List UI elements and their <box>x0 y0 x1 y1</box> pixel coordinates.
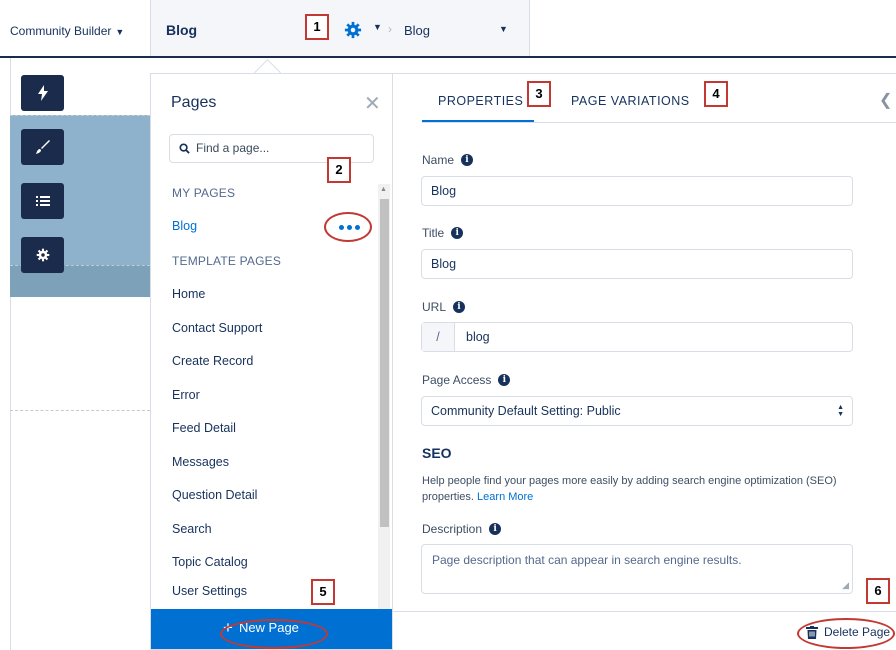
name-label: Name i <box>422 153 474 167</box>
active-tab-indicator <box>422 120 534 122</box>
scroll-up-icon[interactable]: ▲ <box>380 186 387 193</box>
list-icon <box>35 196 50 206</box>
pages-panel-title: Pages <box>171 94 217 111</box>
description-textarea[interactable]: Page description that can appear in sear… <box>421 544 853 594</box>
list-item[interactable]: Home <box>172 287 205 301</box>
callout-3: 3 <box>527 81 551 107</box>
canvas-divider <box>10 410 150 411</box>
properties-panel: PROPERTIES PAGE VARIATIONS ❮ Name i Blog … <box>393 73 896 650</box>
resize-handle-icon[interactable]: ◢ <box>842 580 849 591</box>
chevron-left-icon[interactable]: ❮ <box>879 90 892 110</box>
highlight-oval <box>797 618 895 649</box>
highlight-oval <box>324 212 372 242</box>
seo-description: Help people find your pages more easily … <box>422 473 862 505</box>
pages-panel: Pages ✕ MY PAGES Blog TEMPLATE PAGES Hom… <box>150 73 393 650</box>
info-icon: i <box>461 154 474 166</box>
page-access-select[interactable]: Community Default Setting: Public ▲ ▼ <box>421 396 853 426</box>
my-pages-heading: MY PAGES <box>172 186 236 200</box>
list-item[interactable]: Create Record <box>172 354 253 368</box>
list-item-blog[interactable]: Blog <box>172 219 197 233</box>
community-builder-menu[interactable]: Community Builder ▼ <box>10 24 124 38</box>
list-item[interactable]: Search <box>172 522 212 536</box>
list-item[interactable]: Topic Catalog <box>172 555 248 569</box>
page-access-label: Page Access i <box>422 373 511 387</box>
info-icon: i <box>453 301 466 313</box>
list-item[interactable]: Messages <box>172 455 229 469</box>
chevron-down-icon: ▼ <box>115 27 125 37</box>
info-icon: i <box>451 227 464 239</box>
components-button[interactable] <box>21 75 64 111</box>
seo-heading: SEO <box>422 445 452 461</box>
info-icon: i <box>489 523 502 535</box>
search-icon <box>179 143 190 154</box>
list-item[interactable]: Question Detail <box>172 488 257 502</box>
url-label-text: URL <box>422 300 447 314</box>
list-item[interactable]: User Settings <box>172 584 247 598</box>
info-icon: i <box>498 374 511 386</box>
list-item[interactable]: Feed Detail <box>172 421 236 435</box>
brush-icon <box>35 140 50 154</box>
callout-1: 1 <box>305 14 329 40</box>
template-pages-heading: TEMPLATE PAGES <box>172 254 282 268</box>
name-label-text: Name <box>422 153 455 167</box>
settings-button[interactable] <box>21 237 64 273</box>
theme-button[interactable] <box>21 129 64 165</box>
list-item[interactable]: Contact Support <box>172 321 262 335</box>
title-label-text: Title <box>422 226 445 240</box>
tabs-divider <box>422 122 896 123</box>
highlight-oval <box>220 619 328 649</box>
learn-more-link[interactable]: Learn More <box>477 491 533 503</box>
current-page-title: Blog <box>166 22 198 38</box>
description-label-text: Description <box>422 522 483 536</box>
page-access-value: Community Default Setting: Public <box>431 404 621 418</box>
list-item[interactable]: Error <box>172 388 200 402</box>
lightning-icon <box>37 85 48 101</box>
select-arrows-icon: ▲ ▼ <box>837 404 844 418</box>
canvas-divider <box>10 115 160 116</box>
url-label: URL i <box>422 300 466 314</box>
callout-5: 5 <box>311 579 335 605</box>
description-placeholder: Page description that can appear in sear… <box>432 553 742 567</box>
description-label: Description i <box>422 522 502 536</box>
community-builder-label: Community Builder <box>10 24 112 38</box>
pages-button[interactable] <box>21 183 64 219</box>
url-field[interactable]: / blog <box>421 322 853 352</box>
tab-properties[interactable]: PROPERTIES <box>438 94 523 108</box>
gear-icon <box>36 248 49 262</box>
callout-4: 4 <box>704 81 728 107</box>
chevron-down-icon[interactable]: ▼ <box>373 22 382 32</box>
page-dropdown[interactable]: Blog <box>404 23 430 38</box>
tab-page-variations[interactable]: PAGE VARIATIONS <box>571 94 690 108</box>
breadcrumb-separator-icon: › <box>388 22 392 36</box>
page-access-label-text: Page Access <box>422 373 492 387</box>
url-prefix: / <box>422 323 455 351</box>
current-page-section: Blog ▼ › Blog ▼ <box>150 0 530 56</box>
scrollbar-thumb[interactable] <box>380 199 389 527</box>
title-field[interactable]: Blog <box>421 249 853 279</box>
chevron-down-icon[interactable]: ▼ <box>499 24 508 34</box>
callout-6: 6 <box>866 578 890 604</box>
title-label: Title i <box>422 226 464 240</box>
name-field[interactable]: Blog <box>421 176 853 206</box>
search-input[interactable] <box>194 140 358 156</box>
top-bar: Community Builder ▼ Blog ▼ › Blog ▼ <box>0 0 896 58</box>
close-icon[interactable]: ✕ <box>364 91 381 116</box>
footer-divider <box>393 611 896 612</box>
callout-2: 2 <box>327 157 351 183</box>
gear-icon[interactable] <box>344 21 362 39</box>
url-value: blog <box>466 330 490 344</box>
